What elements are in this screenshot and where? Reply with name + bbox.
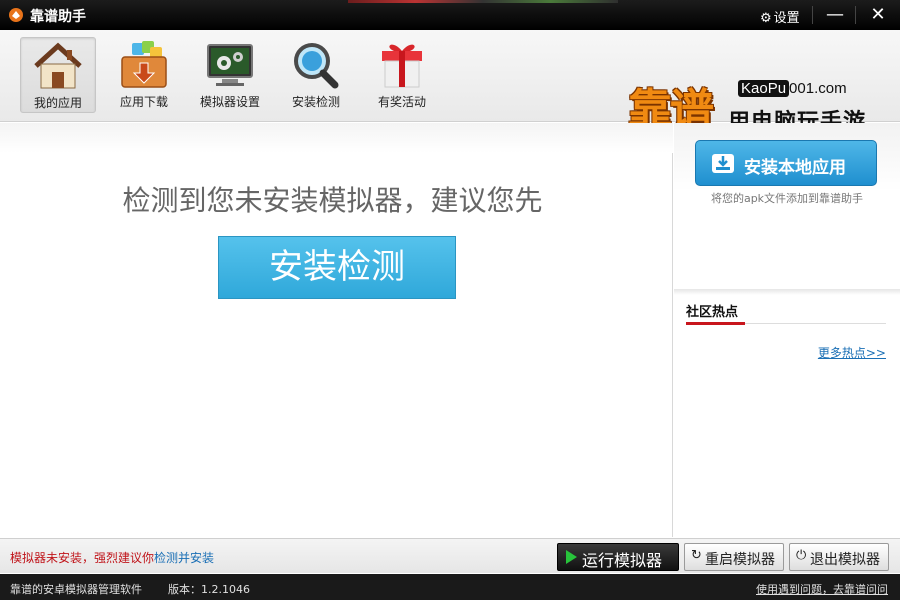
- title-bar: 靠谱助手 ⚙ 设置 — ✕: [0, 0, 900, 30]
- minimize-button[interactable]: —: [820, 4, 850, 26]
- restart-emulator-button[interactable]: ↻ 重启模拟器: [684, 543, 784, 571]
- tab-label: 安装检测: [291, 95, 340, 109]
- install-hint: 将您的apk文件添加到靠谱助手: [710, 192, 864, 205]
- warning-message: 模拟器未安装，强烈建议你检测并安装: [10, 551, 215, 565]
- main-header-band: [0, 123, 673, 153]
- app-description: 靠谱的安卓模拟器管理软件: [10, 583, 142, 596]
- exit-emulator-button[interactable]: ⏻ 退出模拟器: [789, 543, 889, 571]
- play-icon: [566, 550, 577, 564]
- power-icon: ⏻: [796, 548, 807, 563]
- tab-label: 应用下载: [119, 95, 168, 109]
- title-separator: [855, 6, 856, 24]
- hot-tab-active-indicator: [686, 322, 745, 325]
- side-panel: 安装本地应用 将您的apk文件添加到靠谱助手 社区热点 更多热点>>: [674, 123, 900, 537]
- action-bar: 模拟器未安装，强烈建议你检测并安装 运行模拟器 ↻ 重启模拟器 ⏻ 退出模拟器: [0, 538, 900, 573]
- run-emulator-button[interactable]: 运行模拟器: [557, 543, 679, 571]
- main-content: 检测到您未安装模拟器，建议您先 安装检测: [0, 123, 673, 537]
- version-label: 版本：1.2.1046: [168, 583, 250, 596]
- settings-button[interactable]: ⚙ 设置: [760, 7, 800, 26]
- status-bar: 靠谱的安卓模拟器管理软件 版本：1.2.1046 使用遇到问题，去靠谱问问: [0, 574, 900, 600]
- emulator-missing-message: 检测到您未安装模拟器，建议您先: [122, 184, 543, 217]
- community-hot-title: 社区热点: [686, 305, 739, 320]
- brand-url: KaoPu 001.com: [738, 80, 847, 97]
- run-emulator-label: 运行模拟器: [582, 551, 663, 570]
- title-separator: [812, 6, 813, 24]
- tab-label: 模拟器设置: [199, 95, 260, 109]
- tab-my-apps[interactable]: 我的应用: [20, 37, 96, 113]
- exit-emulator-label: 退出模拟器: [810, 552, 880, 568]
- gift-icon: [382, 44, 422, 88]
- install-check-button[interactable]: 安装检测: [218, 236, 456, 299]
- restart-emulator-label: 重启模拟器: [705, 552, 775, 568]
- tab-install-check[interactable]: 安装检测: [278, 37, 354, 113]
- tab-label: 有奖活动: [377, 95, 426, 109]
- main-toolbar: 我的应用 应用下载 模拟器设置 安装检测 有奖活动 靠谱 KaoPu 001.c…: [0, 30, 900, 136]
- side-divider: [674, 289, 900, 295]
- house-icon: [34, 42, 82, 89]
- settings-label: 设置: [773, 11, 800, 26]
- monitor-gears-icon: [207, 44, 253, 86]
- tab-emulator-settings[interactable]: 模拟器设置: [192, 37, 268, 113]
- magnifier-icon: [294, 43, 339, 89]
- tab-prize-activity[interactable]: 有奖活动: [364, 37, 440, 113]
- download-box-icon: [121, 41, 167, 88]
- close-button[interactable]: ✕: [863, 4, 893, 26]
- restart-icon: ↻: [691, 548, 702, 563]
- help-link[interactable]: 使用遇到问题，去靠谱问问: [756, 581, 888, 597]
- detect-install-link[interactable]: 检测并安装: [154, 551, 214, 565]
- install-local-label: 安装本地应用: [744, 158, 846, 178]
- app-title: 靠谱助手: [30, 9, 86, 25]
- tab-label: 我的应用: [33, 96, 82, 110]
- gear-icon: ⚙: [760, 11, 772, 26]
- more-hot-link[interactable]: 更多热点>>: [818, 344, 886, 361]
- title-decoration: [348, 0, 618, 3]
- install-box-icon: [712, 154, 734, 173]
- app-logo-icon: [9, 8, 23, 22]
- tab-app-download[interactable]: 应用下载: [106, 37, 182, 113]
- install-local-app-button[interactable]: 安装本地应用: [695, 140, 877, 186]
